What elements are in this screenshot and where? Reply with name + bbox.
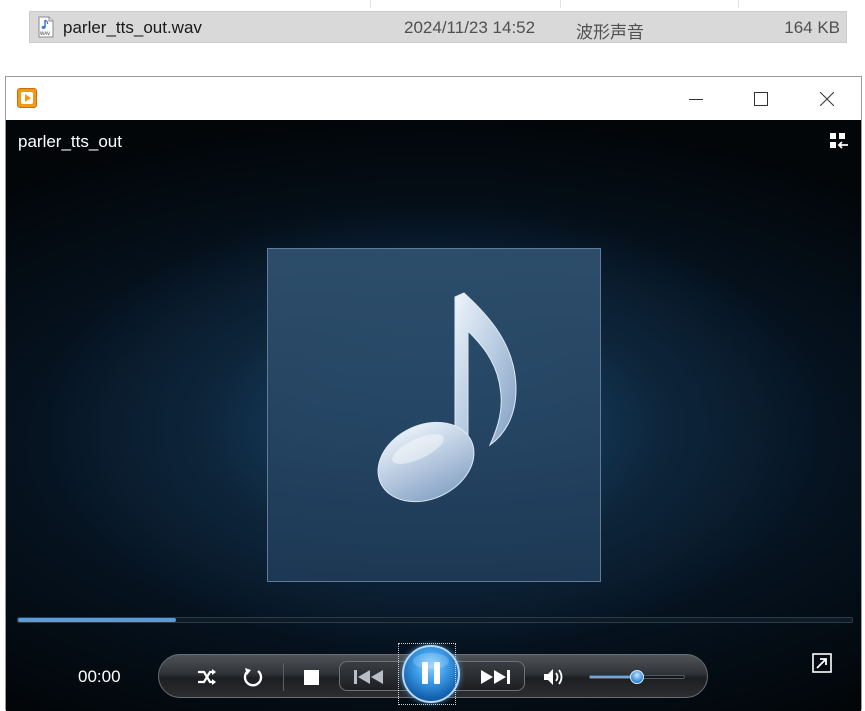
- focus-rectangle: [398, 643, 456, 705]
- seek-bar[interactable]: [17, 617, 853, 623]
- wav-file-icon: WAV: [38, 16, 54, 38]
- track-title: parler_tts_out: [18, 132, 122, 151]
- separator: [283, 663, 284, 691]
- minimize-icon: [689, 98, 703, 100]
- seek-progress: [18, 618, 177, 622]
- shuffle-button[interactable]: [195, 665, 219, 689]
- maximize-icon: [754, 91, 768, 106]
- file-type: 波形声音: [576, 23, 644, 43]
- repeat-button[interactable]: [241, 665, 265, 689]
- previous-button[interactable]: [349, 665, 389, 689]
- previous-icon: [354, 670, 383, 684]
- media-player-window: parler_tts_out 00:00: [5, 76, 862, 711]
- shuffle-icon: [198, 669, 216, 685]
- volume-thumb[interactable]: [630, 670, 644, 684]
- media-player-icon[interactable]: [17, 88, 37, 108]
- stop-button[interactable]: [302, 668, 320, 686]
- volume-icon: [544, 669, 563, 685]
- column-divider: [370, 0, 371, 8]
- svg-text:WAV: WAV: [40, 31, 51, 37]
- switch-to-library-icon[interactable]: [829, 132, 849, 150]
- elapsed-time: 00:00: [78, 667, 121, 686]
- music-note-icon: [377, 292, 517, 503]
- fullscreen-icon[interactable]: [812, 653, 832, 673]
- next-icon: [481, 670, 510, 684]
- minimize-button[interactable]: [663, 77, 729, 120]
- mute-button[interactable]: [541, 665, 567, 689]
- file-date-modified: 2024/11/23 14:52: [404, 18, 536, 37]
- next-button[interactable]: [475, 665, 515, 689]
- now-playing-area: parler_tts_out 00:00: [6, 120, 861, 711]
- stop-icon: [303, 669, 319, 685]
- close-button[interactable]: [794, 77, 860, 120]
- volume-slider[interactable]: [589, 670, 685, 684]
- title-bar[interactable]: [6, 77, 861, 120]
- file-row[interactable]: WAV parler_tts_out.wav 2024/11/23 14:52 …: [29, 11, 847, 43]
- maximize-button[interactable]: [728, 77, 794, 120]
- column-divider: [560, 0, 561, 8]
- column-divider: [738, 0, 739, 8]
- file-name: parler_tts_out.wav: [63, 18, 202, 37]
- album-art: [267, 248, 601, 582]
- close-icon: [820, 91, 834, 106]
- repeat-icon: [243, 668, 263, 687]
- file-size: 164 KB: [784, 18, 840, 37]
